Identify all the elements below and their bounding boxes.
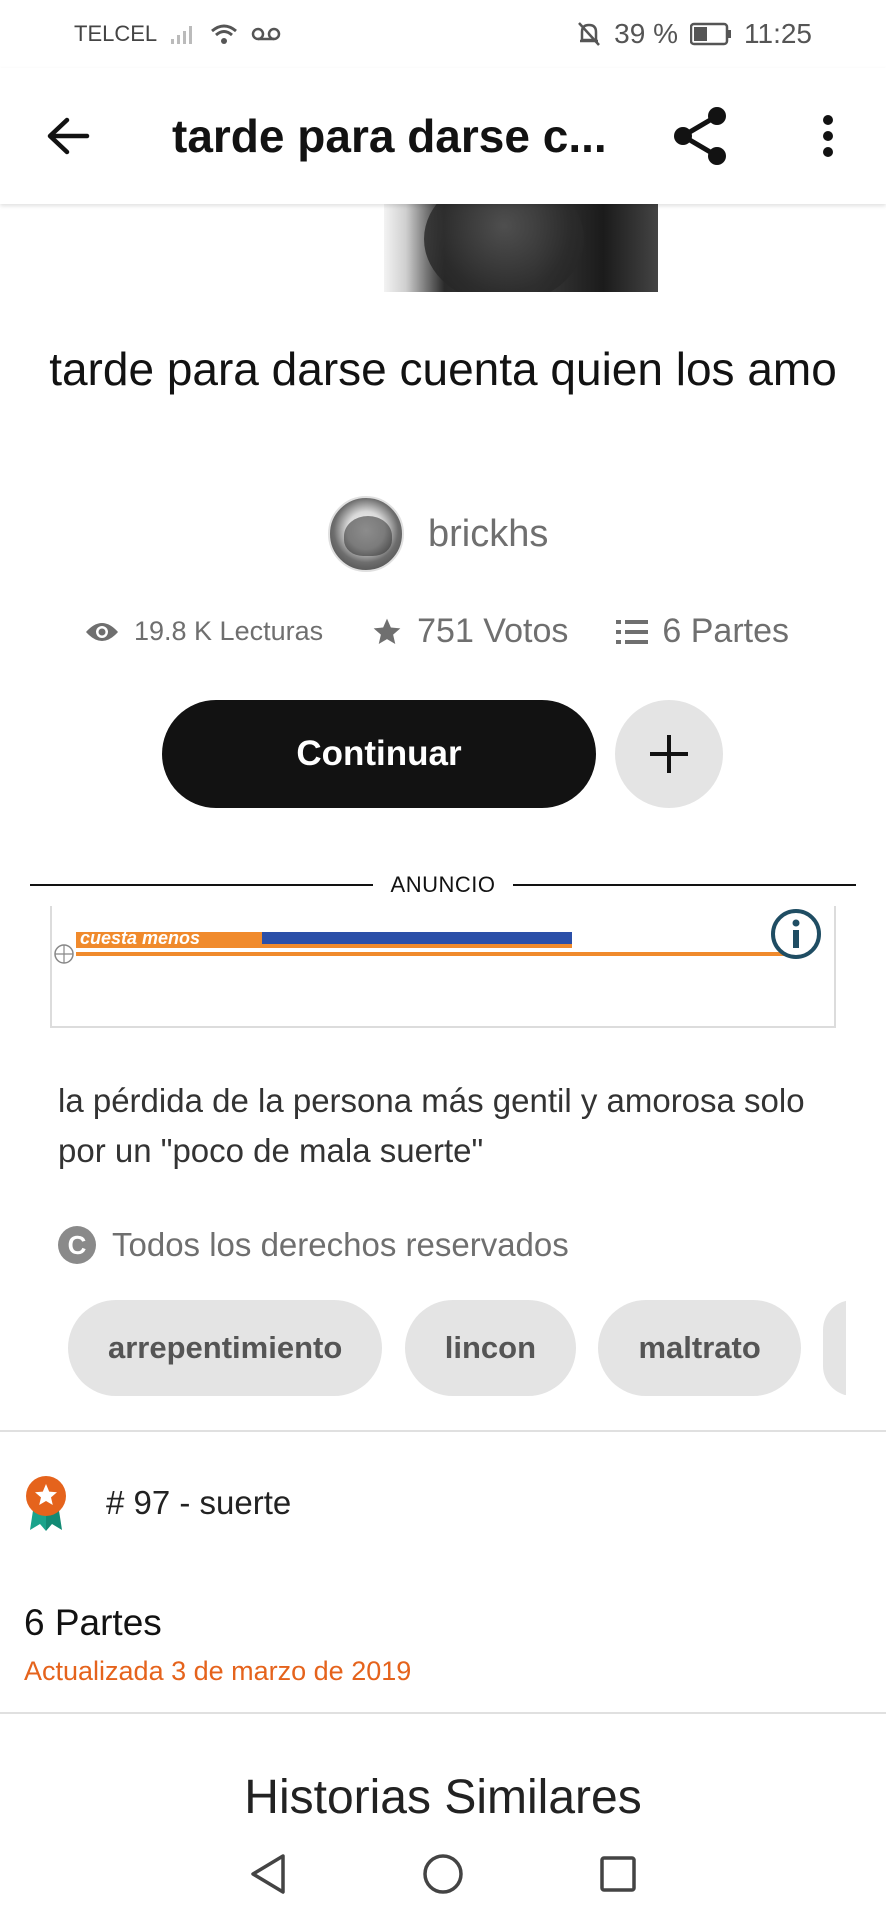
divider [30, 884, 373, 886]
app-bar-title: tarde para darse c... [172, 110, 607, 162]
back-button[interactable] [32, 100, 104, 172]
wifi-icon [211, 24, 238, 44]
ad-stripe [76, 952, 796, 956]
ranking-text: # 97 - suerte [106, 1484, 292, 1521]
tag-list: arrepentimiento lincon maltrato [68, 1300, 846, 1396]
list-icon [616, 619, 649, 644]
battery-icon [690, 22, 731, 46]
ranking-row[interactable]: # 97 - suerte [24, 1474, 291, 1532]
status-bar: TELCEL 39 % 11:25 [0, 0, 886, 68]
nav-home-button[interactable] [413, 1844, 473, 1904]
parts-section-title[interactable]: 6 Partes [24, 1602, 162, 1644]
ad-label-row: ANUNCIO [30, 870, 857, 900]
parts-stat: 6 Partes [616, 612, 789, 651]
arrow-back-icon [47, 117, 90, 155]
ad-banner-image[interactable]: cuesta menos [76, 906, 806, 956]
ad-choices-icon[interactable] [52, 942, 76, 966]
clock: 11:25 [744, 18, 812, 49]
eye-icon [86, 622, 118, 641]
continue-reading-button[interactable]: Continuar [162, 700, 596, 808]
signal-icon [171, 26, 193, 44]
carrier-label: TELCEL [74, 21, 158, 46]
ad-banner[interactable]: cuesta menos [50, 906, 836, 1028]
triangle-back-icon [250, 1854, 285, 1894]
ad-stripe [262, 932, 572, 944]
copyright-text: Todos los derechos reservados [112, 1226, 569, 1263]
divider [0, 1712, 886, 1714]
ad-label: ANUNCIO [390, 872, 496, 897]
copyright-icon: C [58, 1226, 96, 1264]
avatar[interactable] [328, 496, 404, 572]
nav-recents-button[interactable] [588, 1844, 648, 1904]
more-vert-icon [823, 115, 833, 157]
star-icon [373, 618, 401, 644]
votes-stat: 751 Votos [371, 612, 568, 651]
author-row[interactable]: brickhs [328, 496, 548, 572]
tag-chip[interactable]: lincon [404, 1300, 577, 1396]
divider [513, 884, 857, 886]
nav-back-button[interactable] [238, 1844, 298, 1904]
voicemail-icon [251, 27, 281, 41]
add-to-library-button[interactable] [615, 700, 723, 808]
ad-banner-text: cuesta menos [80, 928, 201, 948]
notifications-off-icon [578, 22, 601, 46]
votes-count: 751 Votos [417, 612, 569, 650]
story-stats: 19.8 K Lecturas 751 Votos 6 Partes [84, 612, 824, 651]
tag-chip[interactable]: arrepentimiento [68, 1300, 383, 1396]
author-name[interactable]: brickhs [428, 513, 548, 556]
circle-home-icon [423, 1854, 463, 1894]
copyright-notice: C Todos los derechos reservados [58, 1226, 569, 1264]
square-recents-icon [600, 1856, 637, 1892]
reads-stat: 19.8 K Lecturas [84, 616, 323, 647]
app-bar: tarde para darse c... [0, 68, 886, 204]
reads-count: 19.8 K Lecturas [134, 616, 324, 646]
story-description: la pérdida de la persona más gentil y am… [58, 1082, 805, 1169]
tag-chip-partial[interactable] [823, 1300, 846, 1396]
info-icon[interactable] [770, 908, 822, 960]
tag-chip[interactable]: maltrato [598, 1300, 801, 1396]
similar-stories-heading: Historias Similares [244, 1771, 642, 1824]
ranking-badge-icon [26, 1476, 66, 1531]
parts-count: 6 Partes [662, 612, 789, 650]
divider [0, 1430, 886, 1432]
share-button[interactable] [662, 98, 738, 174]
story-title: tarde para darse cuenta quien los amo [49, 343, 837, 395]
battery-percent: 39 % [614, 18, 678, 49]
system-navigation-bar [0, 1828, 886, 1920]
story-cover-image [384, 204, 658, 292]
last-updated-label: Actualizada 3 de marzo de 2019 [24, 1656, 412, 1686]
plus-icon [650, 735, 688, 773]
share-icon [674, 107, 726, 165]
more-options-button[interactable] [808, 98, 848, 174]
